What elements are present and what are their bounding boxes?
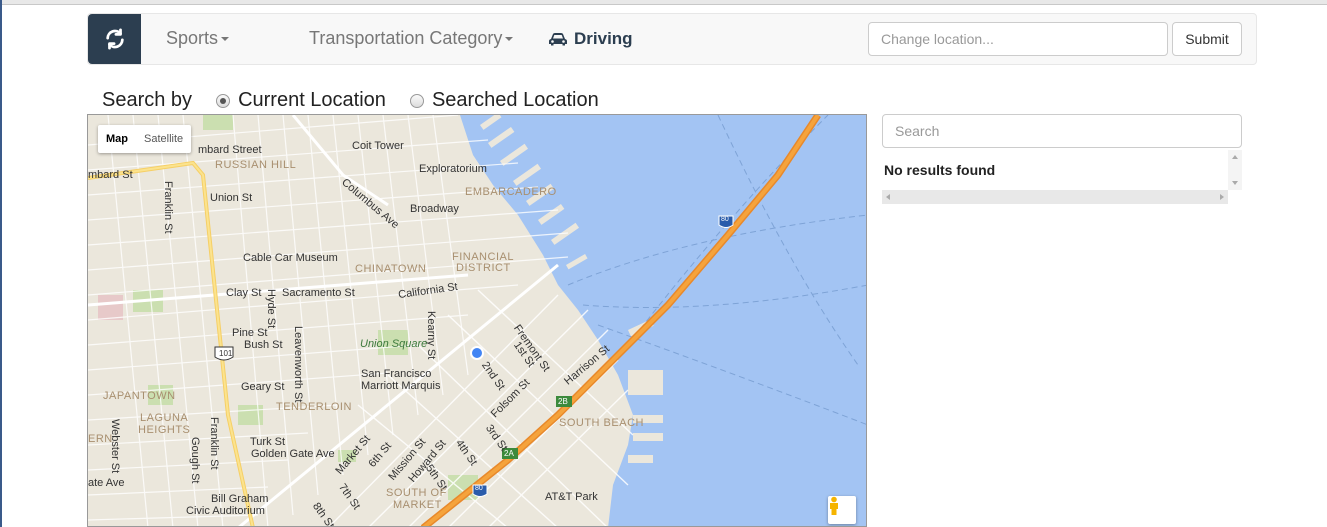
map-label-route-80-a: 80 — [721, 216, 729, 223]
map-label-laguna: LAGUNA — [140, 412, 189, 424]
map-label-golden-gate-ave: Golden Gate Ave — [251, 448, 335, 460]
caret-down-icon — [505, 37, 514, 42]
map-label-hyde-st: Hyde St — [265, 289, 277, 329]
street-view-pegman-button[interactable] — [828, 496, 856, 524]
map-label-route-80-b: 80 — [475, 485, 483, 492]
scroll-left-icon[interactable] — [886, 194, 890, 200]
map-label-heights: HEIGHTS — [138, 424, 191, 436]
sports-label: Sports — [166, 28, 219, 48]
map-label-chinatown: CHINATOWN — [355, 263, 427, 275]
map-canvas[interactable] — [88, 115, 867, 527]
vertical-scrollbar[interactable] — [1228, 150, 1242, 190]
driving-label: Driving — [574, 29, 633, 48]
map-label-lombard-st: mbard St — [88, 169, 133, 181]
transport-label: Transportation Category — [309, 28, 503, 48]
map-label-geary-st: Geary St — [241, 381, 285, 393]
change-location-input[interactable] — [868, 22, 1168, 56]
map-label-franklin-st-2: Franklin St — [208, 417, 220, 470]
map-label-route-101: 101 — [219, 349, 233, 358]
radio-button-checked[interactable] — [216, 93, 231, 108]
map-label-cable-car-museum: Cable Car Museum — [243, 252, 338, 264]
sports-dropdown[interactable]: Sports — [166, 28, 230, 49]
map-label-district: DISTRICT — [456, 262, 511, 274]
map-label-embarcadero: EMBARCADERO — [465, 186, 557, 198]
scroll-right-icon[interactable] — [1220, 194, 1224, 200]
map-label-coit-tower: Coit Tower — [352, 140, 404, 152]
transportation-category-dropdown[interactable]: Transportation Category — [309, 28, 514, 49]
search-by-label: Search by — [102, 89, 193, 111]
map-label-south-beach: SOUTH BEACH — [559, 417, 644, 429]
map-label-sf-marriott-1: San Francisco — [361, 368, 432, 380]
map-label-clay-st: Clay St — [226, 287, 262, 299]
map-label-gough-st: Gough St — [189, 437, 201, 484]
map-label-kearny-st: Kearny St — [425, 311, 437, 360]
map-label-union-st: Union St — [210, 192, 253, 204]
map-type-map-button[interactable]: Map — [98, 125, 136, 153]
map-label-russian-hill: RUSSIAN HILL — [215, 159, 297, 171]
map-label-franklin-st: Franklin St — [162, 181, 174, 234]
map-label-civic-auditorium: Civic Auditorium — [186, 505, 265, 517]
map-label-pine-st: Pine St — [232, 327, 268, 339]
map-type-control: Map Satellite — [98, 125, 192, 153]
search-by-row: Search by Current Location Searched Loca… — [102, 89, 599, 112]
results-list[interactable]: No results found — [882, 150, 1242, 190]
radio-button-unchecked[interactable] — [409, 93, 424, 108]
map-label-lombard-street: mbard Street — [198, 144, 262, 156]
navbar: Sports Transportation Category Driving S… — [87, 13, 1257, 65]
no-results-message: No results found — [884, 162, 996, 178]
map-label-ern: ERN — [88, 433, 113, 445]
refresh-icon — [105, 28, 124, 50]
map-label-webster-st: Webster St — [109, 419, 121, 474]
map-label-ate-ave: ate Ave — [88, 477, 125, 489]
browser-top-edge — [0, 0, 1327, 5]
map-label-sf-marriott-2: Marriott Marquis — [361, 380, 441, 392]
window-left-edge — [0, 0, 2, 527]
map-label-turk-st: Turk St — [250, 436, 286, 448]
map-label-exit-2b: 2B — [558, 397, 568, 406]
radio-label-current: Current Location — [238, 89, 386, 111]
radio-searched-location[interactable]: Searched Location — [409, 89, 599, 112]
map-label-sacramento-st: Sacramento St — [282, 287, 355, 299]
map-label-market: MARKET — [393, 499, 442, 511]
map-label-bill-graham: Bill Graham — [211, 493, 269, 505]
map-label-south-of: SOUTH OF — [386, 487, 447, 499]
scroll-up-icon[interactable] — [1232, 155, 1238, 159]
map-view[interactable]: mbard St mbard Street RUSSIAN HILL Coit … — [87, 114, 867, 527]
radio-current-location[interactable]: Current Location — [216, 89, 386, 112]
map-type-satellite-button[interactable]: Satellite — [136, 125, 191, 153]
search-input[interactable] — [882, 114, 1242, 148]
refresh-button[interactable] — [88, 14, 141, 64]
caret-down-icon — [221, 37, 230, 42]
map-label-leavenworth-st: Leavenworth St — [292, 326, 304, 403]
results-panel: No results found — [882, 114, 1242, 204]
map-label-japantown: JAPANTOWN — [103, 390, 176, 402]
driving-link[interactable]: Driving — [548, 29, 633, 49]
map-label-tenderloin: TENDERLOIN — [276, 401, 352, 413]
radio-label-searched: Searched Location — [431, 89, 599, 111]
map-label-exit-2a: 2A — [504, 449, 514, 458]
submit-button[interactable]: Submit — [1172, 22, 1242, 56]
map-label-att-park: AT&T Park — [545, 491, 598, 503]
horizontal-scrollbar[interactable] — [882, 190, 1228, 204]
map-label-union-square: Union Square — [360, 338, 428, 350]
car-icon — [549, 33, 567, 46]
pegman-icon — [830, 496, 838, 515]
map-label-bush-st: Bush St — [244, 339, 283, 351]
map-label-exploratorium: Exploratorium — [419, 163, 487, 175]
scroll-down-icon[interactable] — [1232, 181, 1238, 185]
map-label-broadway: Broadway — [410, 203, 459, 215]
